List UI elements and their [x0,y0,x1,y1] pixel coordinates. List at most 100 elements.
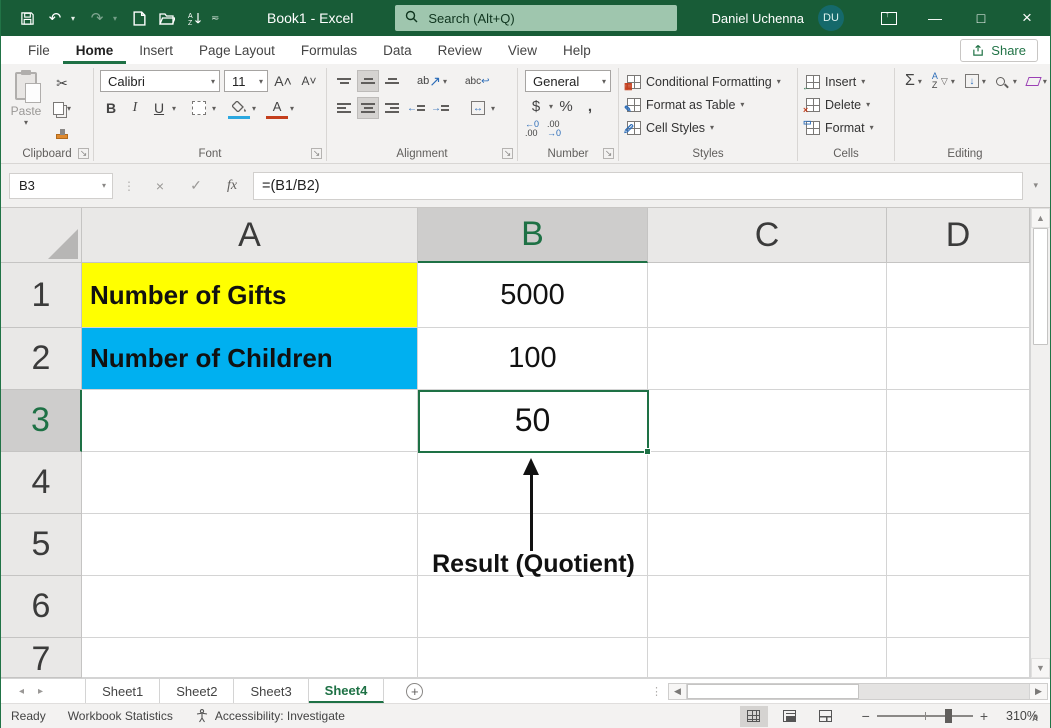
scroll-left-icon[interactable]: ◀ [669,684,687,699]
tab-home[interactable]: Home [63,39,127,64]
cell-c2[interactable] [648,328,887,390]
cell-c3[interactable] [648,390,887,452]
borders-dropdown-icon[interactable]: ▾ [212,104,216,113]
cell-a4[interactable] [82,452,418,514]
autosum-button[interactable]: Σ▾ [905,70,922,92]
collapse-ribbon-icon[interactable]: ∧ [1031,711,1039,724]
row-header-3[interactable]: 3 [1,390,82,452]
tab-file[interactable]: File [15,39,63,64]
cell-d3[interactable] [887,390,1030,452]
conditional-formatting-button[interactable]: ▦ Conditional Formatting▾ [627,70,789,93]
sheet-nav-right-icon[interactable]: ▸ [38,686,43,697]
new-file-icon[interactable] [127,6,151,30]
accessibility-button[interactable]: Accessibility: Investigate [195,709,345,723]
font-size-select[interactable]: 11▾ [224,70,268,92]
tab-insert[interactable]: Insert [126,39,186,64]
user-name[interactable]: Daniel Uchenna [711,11,804,26]
number-format-select[interactable]: General▾ [525,70,611,92]
tab-formulas[interactable]: Formulas [288,39,370,64]
find-select-button[interactable]: ▾ [996,70,1017,92]
cell-d1[interactable] [887,263,1030,328]
minimize-icon[interactable]: — [912,0,958,36]
font-family-select[interactable]: Calibri▾ [100,70,220,92]
tab-review[interactable]: Review [425,39,495,64]
cell-d7[interactable] [887,638,1030,678]
sheet-nav-left-icon[interactable]: ◂ [19,686,24,697]
comma-style-icon[interactable]: , [579,95,601,117]
increase-font-size-icon[interactable]: A˄ [272,70,294,92]
accounting-format-icon[interactable]: $ [525,95,547,117]
vertical-scroll-thumb[interactable] [1033,228,1048,345]
cell-b2[interactable]: 100 [418,328,648,390]
percent-style-icon[interactable]: % [555,95,577,117]
decrease-indent-icon[interactable]: ← [405,97,427,119]
fill-color-dropdown-icon[interactable]: ▾ [252,104,256,113]
cell-b7[interactable] [418,638,648,678]
page-layout-view-button[interactable] [776,706,804,727]
cell-b4[interactable] [418,452,648,514]
normal-view-button[interactable] [740,706,768,727]
accounting-dropdown-icon[interactable]: ▾ [549,102,553,111]
column-header-d[interactable]: D [887,208,1030,263]
tab-splitter-handle[interactable]: ⋮ [651,685,662,698]
italic-button[interactable]: I [124,97,146,119]
name-box[interactable]: B3 ▾ [9,173,113,199]
workbook-statistics-button[interactable]: Workbook Statistics [68,709,173,723]
cell-a5[interactable] [82,514,418,576]
name-box-dropdown-icon[interactable]: ▾ [102,181,106,190]
scroll-down-icon[interactable]: ▼ [1031,658,1050,678]
undo-icon[interactable]: ↶ [43,6,67,30]
cell-c4[interactable] [648,452,887,514]
cut-icon[interactable]: ✂ [51,72,73,94]
insert-cells-button[interactable]: ← Insert▾ [806,70,886,93]
cell-c1[interactable] [648,263,887,328]
sheet-tab-sheet3[interactable]: Sheet3 [234,679,308,703]
fill-button[interactable]: ↓▾ [965,70,986,92]
cell-a1[interactable]: Number of Gifts [82,263,418,328]
row-header-1[interactable]: 1 [1,263,82,328]
formula-input[interactable] [262,178,1014,194]
clipboard-dialog-launcher-icon[interactable]: ↘ [78,148,89,159]
enter-icon[interactable]: ✓ [181,173,211,199]
cell-a2[interactable]: Number of Children [82,328,418,390]
cell-a3[interactable] [82,390,418,452]
row-header-4[interactable]: 4 [1,452,82,514]
fill-color-icon[interactable] [228,97,250,119]
tab-help[interactable]: Help [550,39,604,64]
horizontal-scrollbar[interactable]: ◀ ▶ [668,683,1048,700]
insert-function-icon[interactable]: fx [217,173,247,199]
underline-dropdown-icon[interactable]: ▾ [172,104,176,113]
paste-button[interactable]: Paste ▾ [1,70,51,145]
underline-button[interactable]: U [148,97,170,119]
cell-b5[interactable] [418,514,648,576]
orientation-dropdown-icon[interactable]: ▾ [443,77,447,86]
zoom-out-icon[interactable]: − [862,708,870,724]
cell-a7[interactable] [82,638,418,678]
column-header-c[interactable]: C [648,208,887,263]
cell-styles-button[interactable]: 🖉 Cell Styles▾ [627,116,789,139]
clear-button[interactable]: ▾ [1027,70,1047,92]
row-header-5[interactable]: 5 [1,514,82,576]
row-header-7[interactable]: 7 [1,638,82,678]
cell-c5[interactable] [648,514,887,576]
ribbon-display-options-icon[interactable] [866,0,912,36]
zoom-slider[interactable] [877,715,973,717]
expand-formula-bar-icon[interactable]: ▾ [1029,180,1042,191]
save-icon[interactable] [15,6,39,30]
cell-d4[interactable] [887,452,1030,514]
number-dialog-launcher-icon[interactable]: ↘ [603,148,614,159]
increase-decimal-icon[interactable]: ←0.00 [525,120,539,138]
cell-d2[interactable] [887,328,1030,390]
wrap-text-icon[interactable]: abc↩ [465,70,490,92]
column-header-b[interactable]: B [418,208,648,263]
sheet-tab-sheet1[interactable]: Sheet1 [85,679,160,703]
align-right-icon[interactable] [381,97,403,119]
maximize-icon[interactable]: □ [958,0,1004,36]
new-sheet-icon[interactable]: + [406,683,423,700]
sheet-tab-sheet2[interactable]: Sheet2 [160,679,234,703]
font-color-dropdown-icon[interactable]: ▾ [290,104,294,113]
align-left-icon[interactable] [333,97,355,119]
delete-cells-button[interactable]: × Delete▾ [806,93,886,116]
column-header-a[interactable]: A [82,208,418,263]
zoom-in-icon[interactable]: + [980,708,988,724]
